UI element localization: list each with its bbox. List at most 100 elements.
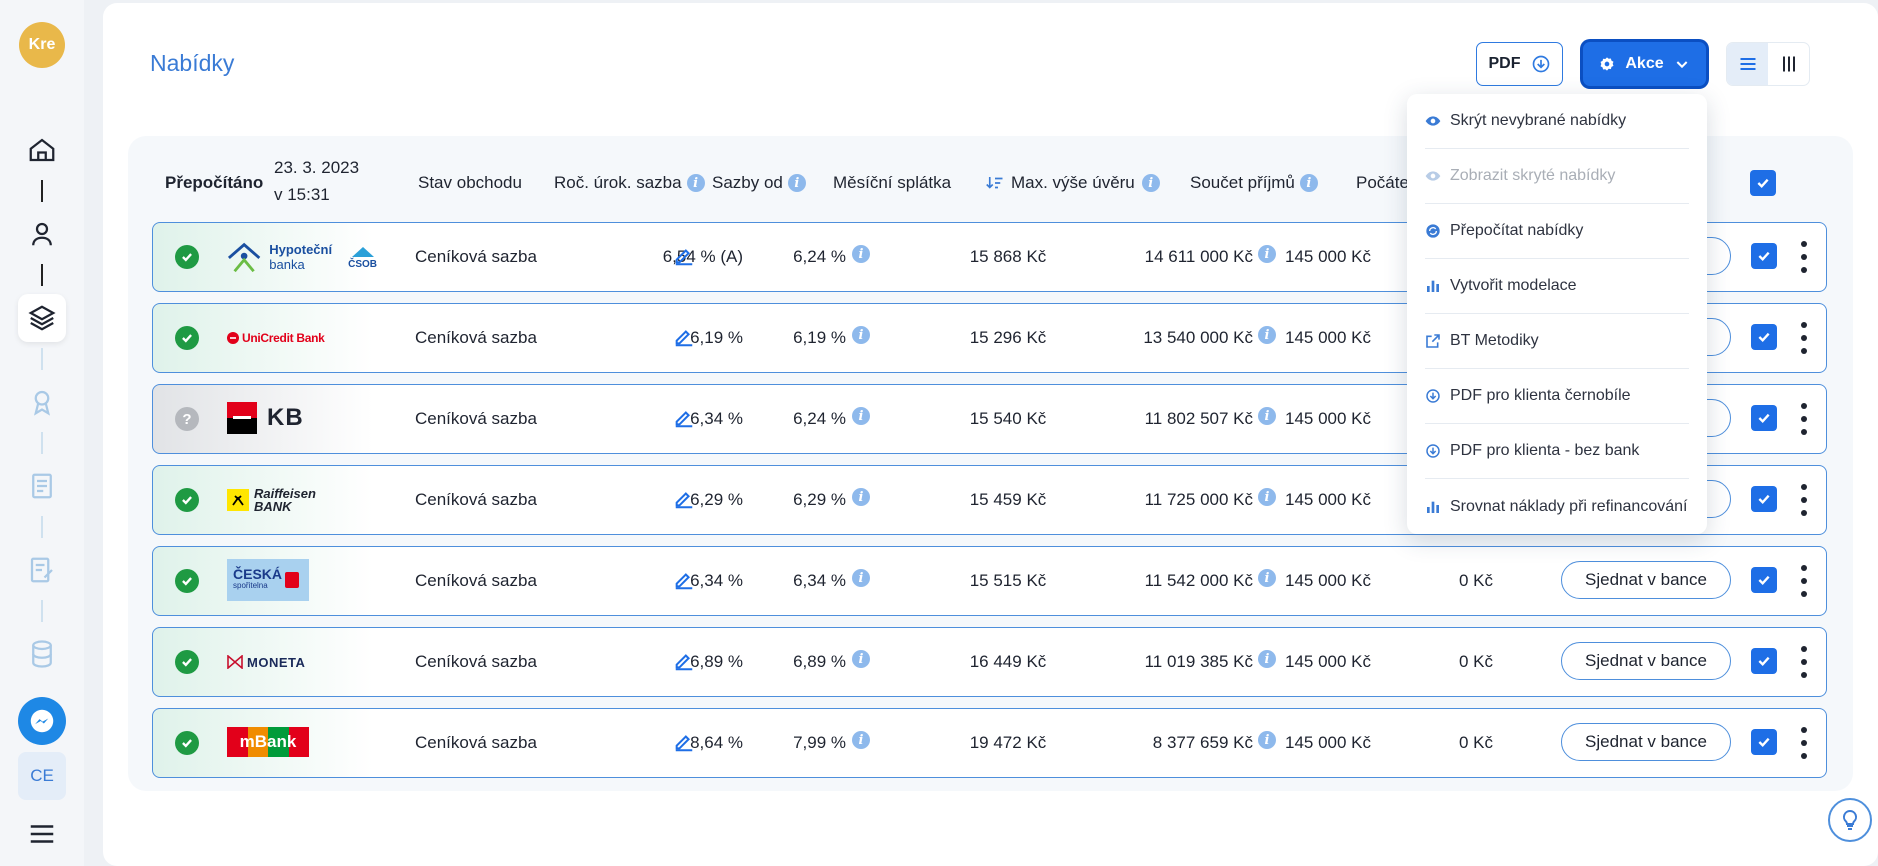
chevron-down-icon (1676, 61, 1687, 69)
raiffeisen-logo: Raiffeisen BANK (227, 482, 316, 518)
menu-item[interactable]: PDF pro klienta - bez bank (1425, 424, 1689, 479)
lightbulb-icon[interactable] (1828, 798, 1872, 842)
more-options-icon[interactable] (1800, 241, 1808, 273)
sjednat-button[interactable]: Sjednat v bance (1561, 723, 1731, 761)
rate-from-value: 6,24 % (793, 246, 846, 266)
menu-item[interactable]: PDF pro klienta černobíle (1425, 369, 1689, 424)
max-loan-value: 11 725 000 Kč (1144, 489, 1253, 509)
page-title: Nabídky (150, 50, 235, 76)
row-checkbox[interactable] (1751, 405, 1777, 431)
sjednat-button[interactable]: Sjednat v bance (1561, 642, 1731, 680)
menu-item[interactable]: Vytvořit modelace (1425, 259, 1689, 314)
edit-icon[interactable] (673, 245, 695, 267)
col-rocni[interactable]: Roč. úrok. sazba i (554, 158, 705, 208)
status-ok-icon (175, 326, 199, 350)
stav-value: Ceníková sazba (415, 327, 537, 347)
row-checkbox[interactable] (1751, 324, 1777, 350)
menu-item[interactable]: Skrýt nevybrané nabídky (1425, 94, 1689, 149)
row-checkbox[interactable] (1751, 648, 1777, 674)
bar-chart-icon (1425, 499, 1441, 515)
more-options-icon[interactable] (1800, 322, 1808, 354)
stav-value: Ceníková sazba (415, 651, 537, 671)
edit-icon[interactable] (673, 488, 695, 510)
max-loan-value: 13 540 000 Kč (1143, 327, 1253, 347)
logo-text: mBank (239, 732, 297, 751)
table-row[interactable]: ČESKÁ spořitelna Ceníková sazba 6,34 % 6,… (152, 546, 1827, 616)
pdf-label: PDF (1488, 55, 1521, 72)
kb-logo: KB (227, 400, 304, 436)
menu-item-label: PDF pro klienta černobíle (1450, 387, 1631, 404)
info-icon[interactable]: i (686, 174, 705, 192)
pdf-button[interactable]: PDF (1476, 42, 1563, 86)
col-rocni-label: Roč. úrok. sazba (554, 173, 682, 192)
row-checkbox[interactable] (1751, 243, 1777, 269)
menu-icon[interactable] (18, 810, 66, 858)
info-icon[interactable]: i (852, 326, 870, 344)
col-soucet[interactable]: Součet příjmů i (1190, 158, 1318, 208)
sort-icon[interactable] (986, 175, 1004, 191)
col-sazby-od-label: Sazby od (712, 173, 783, 192)
menu-item[interactable]: BT Metodiky (1425, 314, 1689, 369)
row-checkbox[interactable] (1751, 567, 1777, 593)
column-view-icon[interactable] (1768, 43, 1809, 85)
list-view-icon[interactable] (1727, 43, 1768, 85)
download-icon (1425, 443, 1441, 459)
avatar[interactable]: Kre (19, 22, 65, 68)
select-all-checkbox[interactable] (1750, 170, 1776, 196)
gear-icon (1600, 57, 1614, 71)
edit-icon[interactable] (673, 407, 695, 429)
more-options-icon[interactable] (1800, 484, 1808, 516)
document-icon[interactable] (18, 462, 66, 510)
sjednat-button[interactable]: Sjednat v bance (1561, 561, 1731, 599)
user-icon[interactable] (18, 210, 66, 258)
menu-item[interactable]: Přepočítat nabídky (1425, 204, 1689, 259)
table-row[interactable]: MONETA Ceníková sazba 6,89 % 6,89 % i 16… (152, 627, 1827, 697)
info-icon[interactable]: i (852, 407, 870, 425)
edit-icon[interactable] (673, 326, 695, 348)
info-icon[interactable]: i (1299, 174, 1318, 192)
more-options-icon[interactable] (1800, 565, 1808, 597)
document-edit-icon[interactable] (18, 546, 66, 594)
more-options-icon[interactable] (1800, 403, 1808, 435)
more-options-icon[interactable] (1800, 646, 1808, 678)
more-options-icon[interactable] (1800, 727, 1808, 759)
ce-button[interactable]: CE (18, 752, 66, 800)
info-icon[interactable]: i (852, 245, 870, 263)
akce-dropdown-menu: Skrýt nevybrané nabídky Zobrazit skryté n… (1407, 94, 1707, 534)
monthly-value: 15 868 Kč (969, 246, 1047, 266)
edit-icon[interactable] (673, 731, 695, 753)
col-max-label: Max. výše úvěru (1011, 173, 1135, 192)
edit-icon[interactable] (673, 569, 695, 591)
monthly-value: 19 472 Kč (969, 732, 1047, 752)
eye-icon (1425, 113, 1441, 129)
menu-item[interactable]: Srovnat náklady při refinancování (1425, 479, 1689, 534)
info-icon[interactable]: i (852, 569, 870, 587)
recalc-time: v 15:31 (274, 185, 330, 204)
logo-text: ČESKÁ (233, 566, 283, 582)
akce-button[interactable]: Akce (1583, 42, 1706, 86)
col-max[interactable]: Max. výše úvěru i (986, 158, 1160, 208)
row-checkbox[interactable] (1751, 729, 1777, 755)
monthly-value: 16 449 Kč (969, 651, 1047, 671)
income-value: 145 000 Kč (1284, 651, 1371, 671)
logo-text: BANK (254, 499, 292, 514)
download-icon (1532, 55, 1549, 73)
messenger-icon[interactable] (18, 697, 66, 745)
home-icon[interactable] (18, 126, 66, 174)
edit-icon[interactable] (673, 650, 695, 672)
info-icon[interactable]: i (852, 488, 870, 506)
info-icon[interactable]: i (1141, 174, 1160, 192)
stav-value: Ceníková sazba (415, 732, 537, 752)
max-loan-value: 14 611 000 Kč (1144, 246, 1253, 266)
row-checkbox[interactable] (1751, 486, 1777, 512)
info-icon[interactable]: i (852, 650, 870, 668)
info-icon[interactable]: i (852, 731, 870, 749)
layers-icon[interactable] (18, 294, 66, 342)
award-icon[interactable] (18, 378, 66, 426)
fee-value: 0 Kč (1458, 651, 1493, 671)
table-row[interactable]: mBank Ceníková sazba 8,64 % 7,99 % i 19 … (152, 708, 1827, 778)
col-sazby-od[interactable]: Sazby od i (712, 158, 806, 208)
database-icon[interactable] (18, 630, 66, 678)
recalc-label: Přepočítáno (165, 173, 264, 192)
info-icon[interactable]: i (787, 174, 806, 192)
